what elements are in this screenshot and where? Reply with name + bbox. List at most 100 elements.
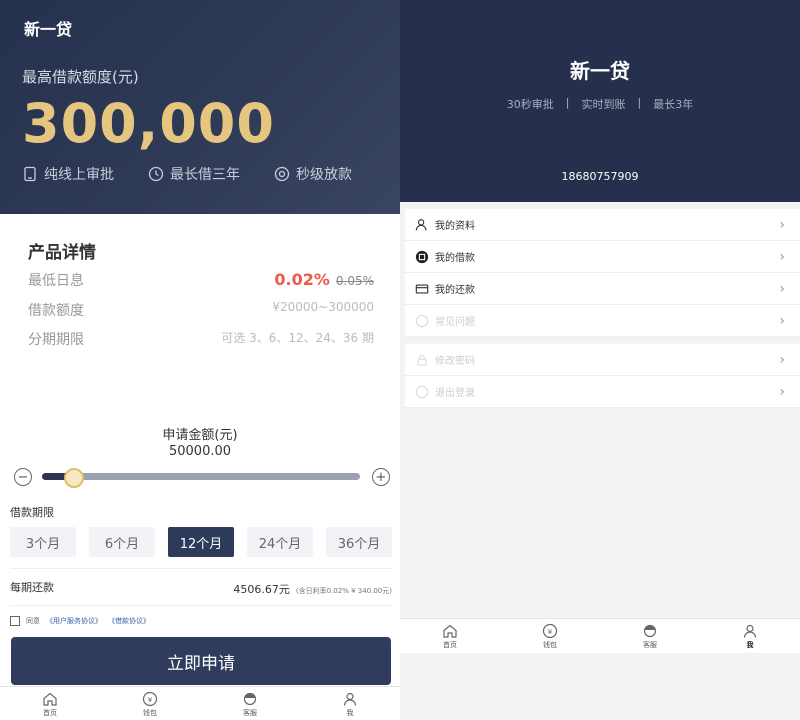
tab-service[interactable]: 客服 bbox=[200, 687, 300, 720]
service-icon bbox=[643, 624, 657, 637]
increase-button[interactable]: + bbox=[372, 468, 390, 486]
term-label: 借款期限 bbox=[10, 506, 54, 519]
menu-label: 退出登录 bbox=[435, 388, 475, 399]
agree-checkbox[interactable] bbox=[10, 616, 20, 626]
service-icon bbox=[243, 692, 257, 705]
tab-wallet[interactable]: ¥ 钱包 bbox=[500, 619, 600, 653]
menu-label: 常见问题 bbox=[435, 317, 475, 328]
menu-item-my-repayments[interactable]: 我的还款 › bbox=[405, 273, 800, 305]
user-icon bbox=[343, 692, 357, 706]
loan-icon bbox=[415, 250, 429, 263]
rate-original: 0.05% bbox=[335, 274, 374, 288]
user-icon bbox=[415, 218, 427, 230]
tab-service[interactable]: 客服 bbox=[600, 619, 700, 653]
menu-item-faq[interactable]: 常见问题 › bbox=[405, 305, 800, 337]
slider-thumb[interactable] bbox=[63, 468, 84, 488]
profile-screen: 新一贷 30秒审批 | 实时到账 | 最长3年 18680757909 我的资料… bbox=[400, 0, 800, 720]
chevron-right-icon: › bbox=[779, 280, 785, 297]
repayment-row: 每期还款 4506.67元 (含日利率0.02% ¥ 340.00元) bbox=[10, 568, 392, 606]
menu-label: 我的资料 bbox=[435, 221, 475, 232]
slogan-separator: | bbox=[565, 96, 570, 109]
term-option[interactable]: 6个月 bbox=[89, 527, 155, 557]
tab-label: 我 bbox=[746, 640, 754, 649]
menu-label: 我的还款 bbox=[435, 285, 475, 296]
slogan-separator: | bbox=[637, 96, 642, 109]
tab-me[interactable]: 我 bbox=[300, 687, 400, 720]
detail-row-rate: 最低日息 0.02% 0.05% bbox=[28, 270, 374, 290]
feature-online: 纯线上审批 bbox=[22, 164, 114, 184]
menu-divider bbox=[405, 337, 800, 344]
bottom-tab-bar: 首页 ¥ 钱包 客服 我 bbox=[0, 686, 400, 720]
menu-label: 修改密码 bbox=[435, 356, 475, 367]
tab-label: 我 bbox=[346, 708, 354, 717]
feature-label: 最长借三年 bbox=[170, 167, 240, 183]
agreement-row: 同意 《用户服务协议》 《借款协议》 bbox=[10, 616, 150, 626]
feature-term: 最长借三年 bbox=[148, 164, 240, 184]
apply-now-button[interactable]: 立即申请 bbox=[11, 637, 391, 685]
term-options: 3个月 6个月 12个月 24个月 36个月 bbox=[10, 527, 392, 557]
tab-me[interactable]: 我 bbox=[700, 619, 800, 653]
menu-item-change-password[interactable]: 修改密码 › bbox=[405, 344, 800, 376]
agree-prefix: 同意 bbox=[26, 617, 40, 625]
feature-fast: 秒级放款 bbox=[274, 164, 352, 184]
loan-home-screen: 新一贷 最高借款额度(元) 300,000 纯线上审批 最长借三年 秒级放款 产… bbox=[0, 0, 400, 720]
profile-menu: 我的资料 › 我的借款 › 我的还款 › 常见问题 › 修改密码 › 退出登录 … bbox=[405, 209, 800, 408]
chevron-right-icon: › bbox=[779, 351, 785, 368]
product-details: 产品详情 最低日息 0.02% 0.05% 借款额度 ¥20000~300000 … bbox=[0, 214, 400, 394]
slider-track[interactable] bbox=[42, 468, 360, 488]
clock-icon bbox=[148, 166, 164, 182]
logout-icon bbox=[415, 385, 429, 398]
tab-label: 客服 bbox=[643, 640, 657, 649]
tab-home[interactable]: 首页 bbox=[400, 619, 500, 653]
tab-label: 首页 bbox=[443, 640, 457, 649]
max-amount-label: 最高借款额度(元) bbox=[22, 68, 139, 86]
repayment-info: 4506.67元 (含日利率0.02% ¥ 340.00元) bbox=[233, 578, 392, 597]
detail-key: 分期期限 bbox=[28, 332, 84, 348]
svg-text:¥: ¥ bbox=[148, 696, 153, 704]
home-icon bbox=[443, 624, 457, 638]
menu-item-my-loans[interactable]: 我的借款 › bbox=[405, 241, 800, 273]
user-service-agreement-link[interactable]: 《用户服务协议》 bbox=[46, 616, 102, 626]
slogan-item: 实时到账 bbox=[581, 98, 626, 111]
detail-value: ¥20000~300000 bbox=[272, 300, 374, 314]
target-icon bbox=[274, 166, 290, 182]
tab-home[interactable]: 首页 bbox=[0, 687, 100, 720]
term-option[interactable]: 24个月 bbox=[247, 527, 313, 557]
loan-agreement-link[interactable]: 《借款协议》 bbox=[108, 616, 150, 626]
tab-label: 首页 bbox=[43, 708, 57, 717]
hero-banner: 新一贷 最高借款额度(元) 300,000 纯线上审批 最长借三年 秒级放款 bbox=[0, 0, 400, 214]
tab-wallet[interactable]: ¥ 钱包 bbox=[100, 687, 200, 720]
wallet-icon: ¥ bbox=[542, 623, 558, 638]
question-icon bbox=[415, 314, 429, 327]
slogan: 30秒审批 | 实时到账 | 最长3年 bbox=[400, 96, 800, 112]
slogan-item: 最长3年 bbox=[653, 98, 694, 111]
apply-amount-value: 50000.00 bbox=[168, 444, 232, 459]
repayment-value: 4506.67元 bbox=[233, 582, 290, 596]
chevron-right-icon: › bbox=[779, 248, 785, 265]
term-option[interactable]: 3个月 bbox=[10, 527, 76, 557]
max-amount-value: 300,000 bbox=[22, 92, 275, 155]
lock-icon bbox=[417, 354, 427, 366]
slogan-item: 30秒审批 bbox=[506, 98, 554, 111]
rate-current: 0.02% bbox=[274, 270, 330, 289]
tablet-icon bbox=[24, 166, 36, 182]
profile-bottom-tab-bar: 首页 ¥ 钱包 客服 我 bbox=[400, 618, 800, 653]
detail-row-term: 分期期限 可选 3、6、12、24、36 期 bbox=[28, 329, 374, 349]
menu-label: 我的借款 bbox=[435, 253, 475, 264]
details-title: 产品详情 bbox=[28, 243, 96, 263]
chevron-right-icon: › bbox=[779, 216, 785, 233]
decrease-button[interactable]: − bbox=[14, 468, 32, 486]
card-icon bbox=[415, 283, 429, 294]
user-icon bbox=[743, 624, 757, 638]
term-option[interactable]: 12个月 bbox=[168, 527, 234, 557]
feature-list: 纯线上审批 最长借三年 秒级放款 bbox=[22, 164, 352, 184]
tab-label: 钱包 bbox=[543, 640, 557, 649]
phone-number: 18680757909 bbox=[561, 170, 639, 183]
profile-brand-title: 新一贷 bbox=[570, 59, 630, 83]
menu-item-logout[interactable]: 退出登录 › bbox=[405, 376, 800, 408]
term-option[interactable]: 36个月 bbox=[326, 527, 392, 557]
brand-title: 新一贷 bbox=[24, 20, 73, 39]
menu-item-my-profile[interactable]: 我的资料 › bbox=[405, 209, 800, 241]
detail-key: 借款额度 bbox=[28, 303, 84, 319]
chevron-right-icon: › bbox=[779, 383, 785, 400]
